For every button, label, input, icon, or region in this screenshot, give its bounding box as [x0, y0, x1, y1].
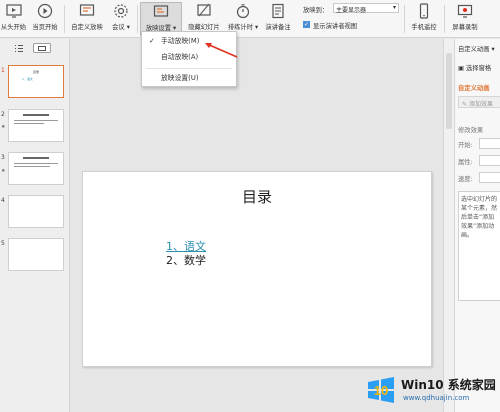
notes-icon — [272, 3, 284, 19]
screen-record-icon — [457, 4, 473, 18]
show-settings-menu-item[interactable]: 放映设置(U) — [142, 72, 236, 85]
slide-editor-canvas: 目录 1、语文 2、数学 — [71, 39, 443, 412]
property-label: 属性: — [458, 159, 473, 166]
screen-record-button[interactable]: 屏幕录制 — [448, 2, 482, 36]
start-label: 开始: — [458, 142, 473, 149]
slide-number: 2 — [1, 111, 5, 118]
slide-title[interactable]: 目录 — [83, 186, 431, 207]
from-current-label: 当页开始 — [32, 24, 58, 31]
app-window: 从头开始 当页开始 自定义放映 会议 ▾ 放映设置 ▾ 隐藏幻灯片 排练计时 ▾ — [0, 0, 500, 412]
slide-list-item-2[interactable]: 2、数学 — [166, 252, 206, 268]
hide-slide-icon — [197, 3, 211, 17]
slides-panel: 1 目录 1、语文 2 ★ 3 ★ 4 5 — [0, 39, 70, 412]
rehearse-label: 排练计时 ▾ — [227, 24, 259, 31]
slide-thumbnail-4[interactable] — [8, 195, 64, 228]
from-current-button[interactable]: 当页开始 — [29, 2, 61, 36]
outline-view-icon[interactable] — [14, 44, 24, 53]
show-settings-dropdown: ✓ 手动放映(M) 自动放映(A) 放映设置(U) — [141, 31, 237, 87]
animation-hint: 选中幻灯片的某个元素，然后单击“添加效果”添加动画。 — [461, 196, 498, 239]
speaker-notes-button[interactable]: 演讲备注 — [263, 2, 293, 36]
manual-show-label: 手动放映(M) — [161, 37, 200, 45]
show-to-label: 放映到： — [303, 7, 329, 14]
from-start-label: 从头开始 — [0, 24, 27, 31]
ribbon-divider — [64, 5, 65, 33]
from-start-button[interactable]: 从头开始 — [0, 2, 27, 36]
show-settings-menu-label: 放映设置(U) — [161, 74, 199, 82]
slide-number: 4 — [1, 197, 5, 204]
scrollbar-thumb[interactable] — [446, 53, 452, 129]
show-to-value: 主要显示器 — [336, 7, 367, 14]
checkmark-icon: ✓ — [149, 37, 155, 45]
vertical-scrollbar[interactable] — [443, 39, 454, 412]
show-to-select[interactable]: 主要显示器 ▾ — [333, 3, 399, 14]
play-circle-icon — [37, 3, 53, 19]
custom-show-button[interactable]: 自定义放映 — [67, 2, 107, 36]
stopwatch-icon — [236, 4, 250, 19]
watermark-url: www.qdhuajin.com — [403, 394, 470, 402]
watermark-brand: Win10 系统家园 — [401, 378, 496, 392]
phone-remote-button[interactable]: 手机遥控 — [408, 2, 440, 36]
menu-divider — [146, 68, 232, 69]
speed-select[interactable] — [479, 172, 500, 183]
slide-number: 3 — [1, 154, 5, 161]
modify-effect-label: 修改效果 — [458, 127, 484, 134]
custom-animation-title: 自定义动画 — [458, 85, 490, 92]
property-select[interactable] — [479, 155, 500, 166]
watermark: 10 Win10 系统家园 www.qdhuajin.com — [365, 373, 496, 407]
custom-show-label: 自定义放映 — [71, 24, 103, 31]
presenter-view-checkbox[interactable]: ✓ — [303, 21, 310, 28]
logo-text: 10 — [374, 383, 388, 398]
custom-show-icon — [79, 4, 95, 16]
screen-record-label: 屏幕录制 — [452, 24, 478, 31]
phone-remote-label: 手机遥控 — [411, 24, 437, 31]
slides-view-toggle[interactable] — [33, 43, 51, 53]
auto-show-menu-item[interactable]: 自动放映(A) — [142, 51, 236, 64]
animation-star-icon: ★ — [1, 168, 6, 174]
meeting-button[interactable]: 会议 ▾ — [109, 2, 133, 36]
hide-slide-label: 隐藏幻灯片 — [188, 24, 220, 31]
speed-label: 速度: — [458, 176, 473, 183]
ribbon-divider — [404, 5, 405, 33]
gear-icon — [114, 4, 128, 18]
speaker-notes-label: 演讲备注 — [265, 24, 291, 31]
thumb-title: 目录 — [32, 70, 39, 74]
animation-list[interactable]: 选中幻灯片的某个元素，然后单击“添加效果”添加动画。 — [458, 191, 500, 301]
slide-thumbnail-5[interactable] — [8, 238, 64, 271]
slide-number: 1 — [1, 67, 5, 74]
show-settings-icon — [153, 5, 169, 17]
select-pane-label: 选择窗格 — [465, 65, 492, 72]
meeting-label: 会议 ▾ — [112, 24, 130, 31]
phone-icon — [419, 3, 429, 19]
start-select[interactable] — [479, 138, 500, 149]
ribbon-toolbar: 从头开始 当页开始 自定义放映 会议 ▾ 放映设置 ▾ 隐藏幻灯片 排练计时 ▾ — [0, 0, 500, 38]
slide-thumbnail-2[interactable] — [8, 109, 64, 142]
slide-thumbnail-1[interactable]: 目录 1、语文 — [8, 65, 64, 98]
chevron-down-icon: ▾ — [392, 4, 396, 11]
custom-animation-pane: 自定义动画 ▾ ▣ 选择窗格 自定义动画 ✎ 添加效果 修改效果 开始: 属性:… — [454, 39, 500, 412]
animation-star-icon: ★ — [1, 124, 6, 130]
ribbon-divider — [137, 5, 138, 33]
auto-show-label: 自动放映(A) — [161, 53, 199, 61]
select-pane-link[interactable]: ▣ 选择窗格 — [458, 63, 491, 72]
current-slide[interactable]: 目录 1、语文 2、数学 — [82, 171, 432, 367]
pane-header[interactable]: 自定义动画 ▾ — [458, 44, 495, 53]
manual-show-menu-item[interactable]: ✓ 手动放映(M) — [142, 35, 236, 48]
thumb-line: 1、语文 — [22, 77, 33, 81]
ribbon-divider — [444, 5, 445, 33]
select-pane-icon: ▣ — [458, 65, 464, 72]
add-effect-button[interactable]: ✎ 添加效果 — [458, 96, 500, 108]
slide-number: 5 — [1, 240, 5, 247]
monitor-play-icon — [5, 4, 22, 18]
presenter-view-label: 显示演讲者视图 — [313, 23, 358, 30]
slide-thumbnail-3[interactable] — [8, 152, 64, 185]
win10-logo-icon: 10 — [368, 377, 394, 403]
add-effect-label: ✎ 添加效果 — [462, 101, 493, 108]
